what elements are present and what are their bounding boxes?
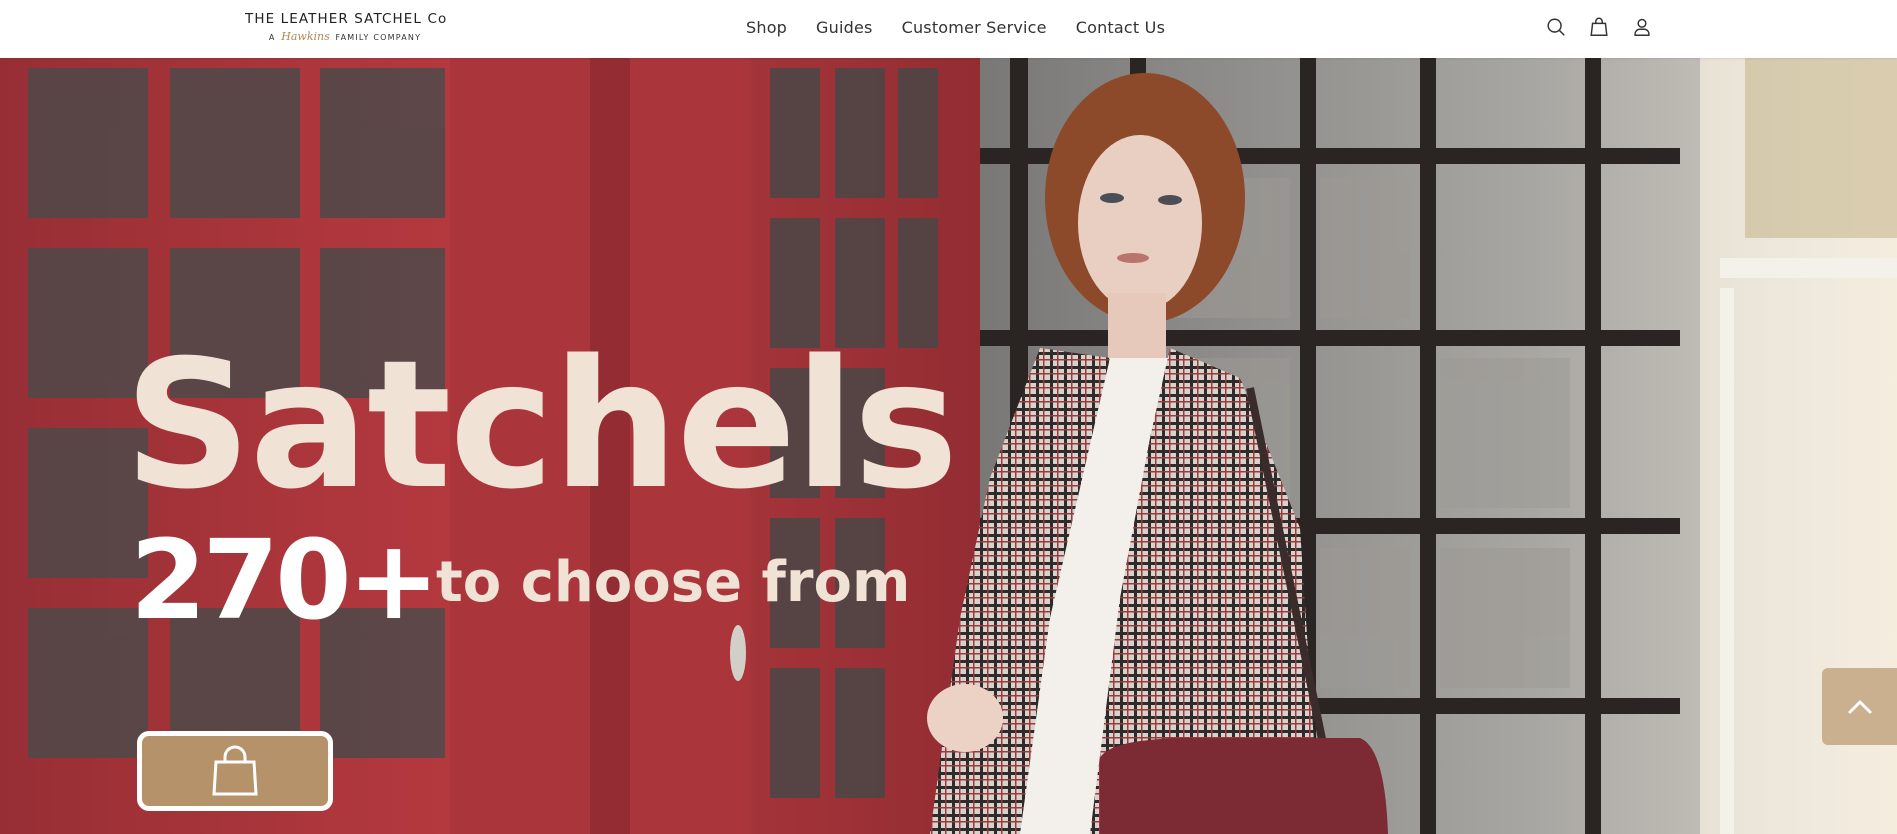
shopping-bag-icon[interactable] [1588, 16, 1610, 38]
logo-tagline-prefix: A [268, 33, 276, 42]
account-icon[interactable] [1631, 16, 1653, 38]
nav-item-guides[interactable]: Guides [816, 18, 873, 37]
logo-title: THE LEATHER SATCHEL Co [245, 11, 448, 27]
logo-tagline: A Hawkins FAMILY COMPANY [245, 30, 445, 45]
hero-headline: Satchels [124, 322, 959, 528]
logo-tagline-script: Hawkins [281, 30, 330, 43]
shopping-bag-icon [212, 745, 258, 796]
shop-now-button[interactable] [137, 731, 333, 811]
hero-count: 270+ [130, 516, 440, 644]
nav-item-contact-us[interactable]: Contact Us [1076, 18, 1165, 37]
hero-count-suffix: to choose from [436, 550, 911, 615]
site-logo[interactable]: THE LEATHER SATCHEL Co A Hawkins FAMILY … [245, 10, 448, 48]
logo-tagline-suffix: FAMILY COMPANY [335, 33, 422, 42]
back-to-top-button[interactable] [1822, 668, 1897, 745]
chevron-up-icon [1848, 700, 1871, 713]
nav-item-customer-service[interactable]: Customer Service [902, 18, 1047, 37]
search-icon[interactable] [1545, 16, 1567, 38]
nav-item-shop[interactable]: Shop [746, 18, 787, 37]
header-icons [1545, 15, 1653, 39]
site-header: THE LEATHER SATCHEL Co A Hawkins FAMILY … [0, 0, 1897, 58]
main-nav: Shop Guides Customer Service Contact Us [746, 0, 1165, 55]
hero-banner: Satchels 270+ to choose from [0, 58, 1897, 834]
